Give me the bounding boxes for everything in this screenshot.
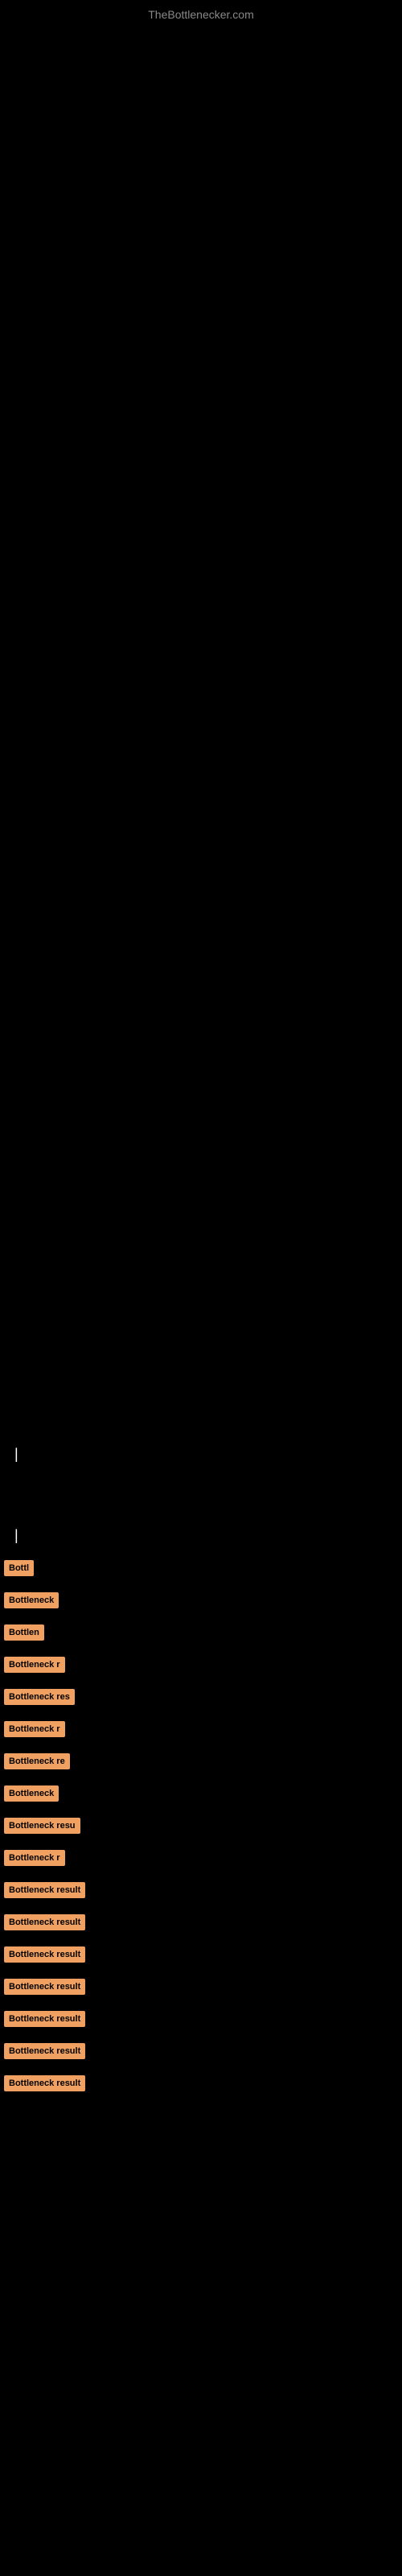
site-title: TheBottlenecker.com: [0, 0, 402, 29]
list-item[interactable]: Bottleneck result: [4, 2075, 398, 2091]
list-item[interactable]: Bottlen: [4, 1624, 398, 1641]
cursor-indicator-2: |: [0, 1519, 402, 1552]
list-item[interactable]: Bottleneck result: [4, 2043, 398, 2059]
bottleneck-badge[interactable]: Bottleneck result: [4, 1882, 85, 1898]
bottleneck-badge[interactable]: Bottleneck result: [4, 1979, 85, 1995]
cursor-symbol-2: |: [6, 1523, 396, 1548]
bottleneck-badge[interactable]: Bottleneck res: [4, 1689, 75, 1705]
bottleneck-list: Bottl Bottleneck Bottlen Bottleneck r Bo…: [0, 1552, 402, 2106]
cursor-symbol-1: |: [6, 1442, 396, 1467]
bottleneck-badge[interactable]: Bottl: [4, 1560, 34, 1576]
list-item[interactable]: Bottl: [4, 1560, 398, 1576]
list-item[interactable]: Bottleneck: [4, 1592, 398, 1608]
list-item[interactable]: Bottleneck resu: [4, 1818, 398, 1834]
bottleneck-badge[interactable]: Bottleneck result: [4, 1914, 85, 1930]
list-item[interactable]: Bottleneck r: [4, 1850, 398, 1866]
bottleneck-badge[interactable]: Bottleneck: [4, 1592, 59, 1608]
list-item[interactable]: Bottleneck result: [4, 1979, 398, 1995]
list-item[interactable]: Bottleneck r: [4, 1657, 398, 1673]
bottleneck-badge[interactable]: Bottleneck result: [4, 2011, 85, 2027]
site-title-text: TheBottlenecker.com: [148, 8, 254, 21]
list-item[interactable]: Bottleneck result: [4, 1946, 398, 1963]
list-item[interactable]: Bottleneck r: [4, 1721, 398, 1737]
bottleneck-badge[interactable]: Bottleneck result: [4, 2043, 85, 2059]
bottleneck-badge[interactable]: Bottleneck result: [4, 2075, 85, 2091]
list-item[interactable]: Bottleneck result: [4, 1882, 398, 1898]
bottleneck-badge[interactable]: Bottleneck result: [4, 1946, 85, 1963]
list-item[interactable]: Bottleneck re: [4, 1753, 398, 1769]
cursor-indicator-1: |: [0, 1438, 402, 1471]
list-item[interactable]: Bottleneck result: [4, 1914, 398, 1930]
bottleneck-badge[interactable]: Bottleneck r: [4, 1657, 65, 1673]
bottleneck-badge[interactable]: Bottleneck re: [4, 1753, 70, 1769]
bottleneck-badge[interactable]: Bottleneck resu: [4, 1818, 80, 1834]
bottleneck-badge[interactable]: Bottleneck r: [4, 1850, 65, 1866]
list-item[interactable]: Bottleneck res: [4, 1689, 398, 1705]
list-item[interactable]: Bottleneck result: [4, 2011, 398, 2027]
chart-area: [0, 29, 402, 1438]
bottleneck-badge[interactable]: Bottlen: [4, 1624, 44, 1641]
bottleneck-badge[interactable]: Bottleneck r: [4, 1721, 65, 1737]
bottleneck-badge[interactable]: Bottleneck: [4, 1785, 59, 1802]
list-item[interactable]: Bottleneck: [4, 1785, 398, 1802]
